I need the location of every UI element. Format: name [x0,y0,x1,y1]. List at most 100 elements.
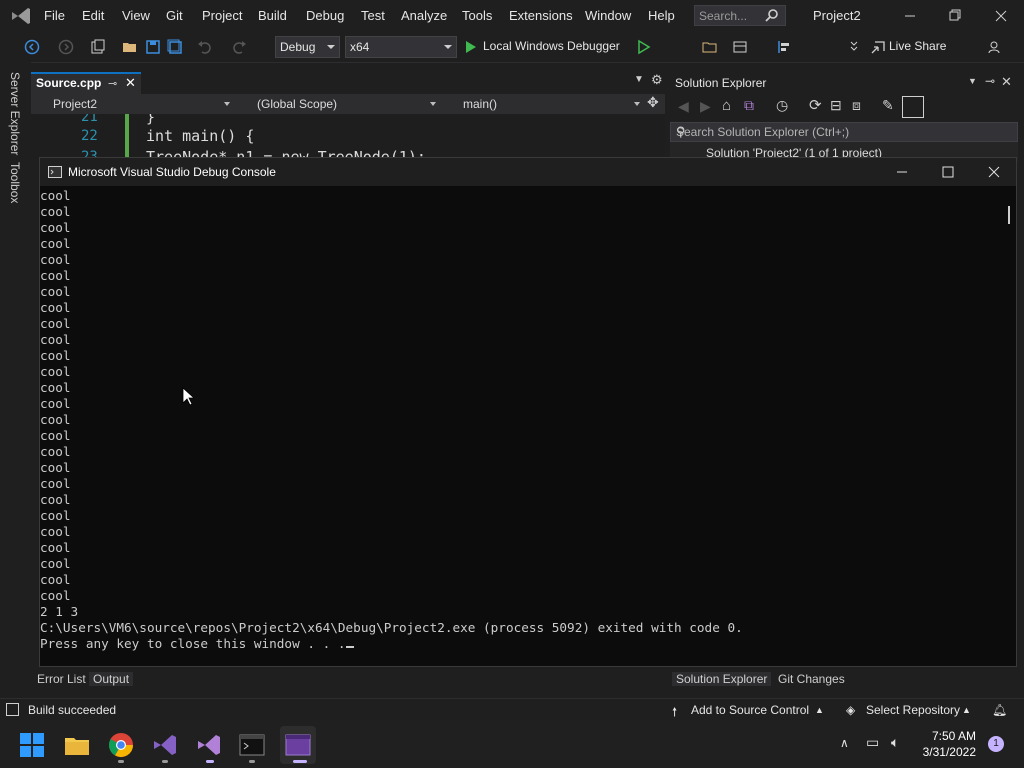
file-explorer-icon[interactable] [64,732,90,758]
tab-output[interactable]: Output [89,672,134,686]
network-icon[interactable]: ▭ [866,734,879,751]
gear-icon[interactable]: ⚙ [651,72,663,88]
menu-item-git[interactable]: Git [166,8,183,23]
toolbox-tab[interactable]: Toolbox [8,162,22,203]
refresh-icon[interactable]: ⟳ [809,96,822,114]
tab-git-changes[interactable]: Git Changes [774,672,849,686]
redo-icon[interactable] [231,39,247,55]
menu-item-window[interactable]: Window [585,8,631,23]
open-folder-icon[interactable] [122,39,138,55]
menu-item-tools[interactable]: Tools [462,8,492,23]
member-dropdown[interactable]: main() [443,96,643,112]
chevron-down-icon[interactable]: ▼ [968,76,977,86]
undo-icon[interactable] [197,39,213,55]
console-line: cool [40,300,71,315]
history-icon[interactable]: ◷ [776,97,788,114]
platform-value: x64 [350,40,370,54]
close-icon[interactable] [986,6,1016,26]
solution-explorer-search-input[interactable]: Search Solution Explorer (Ctrl+;) ⚲ [670,122,1018,142]
notification-badge[interactable]: 1 [988,736,1004,752]
minimize-icon[interactable] [890,162,914,182]
debug-console-window[interactable]: Microsoft Visual Studio Debug Console co… [39,157,1017,667]
tab-solution-explorer[interactable]: Solution Explorer [672,672,772,686]
code-editor[interactable]: 21} 22 int main() {23 TreeNode* n1 = new T… [31,114,665,159]
layout-icon[interactable] [732,39,748,55]
split-icon[interactable]: ✥ [647,94,659,111]
visual-studio-code-icon[interactable] [152,732,178,758]
save-all-icon[interactable] [167,39,183,55]
console-line: 2 1 3 [40,604,79,619]
chrome-icon[interactable] [108,732,134,758]
close-tab-icon[interactable]: ✕ [125,75,136,91]
search-input[interactable]: Search... [694,5,786,26]
windows-start-icon[interactable] [19,732,45,758]
start-without-debugging-icon[interactable] [636,39,652,55]
menu-item-project[interactable]: Project [202,8,242,23]
forward-icon[interactable] [58,39,74,55]
new-project-icon[interactable] [90,39,106,55]
project-dropdown[interactable]: Project2 [35,96,233,112]
menu-item-edit[interactable]: Edit [82,8,104,23]
chevron-up-icon: ▲ [962,705,971,715]
collapse-all-icon[interactable]: ⊟ [830,97,842,114]
line-number: 22 [81,128,98,144]
console-scrollbar[interactable] [1008,206,1010,224]
align-icon[interactable] [776,39,792,55]
menu-item-file[interactable]: File [44,8,65,23]
properties-wrench-icon[interactable]: ✎ [882,97,894,114]
close-panel-icon[interactable]: ✕ [1001,74,1012,90]
forward-icon[interactable]: ▶ [700,98,711,115]
switch-views-icon[interactable]: ⧉ [744,97,754,114]
menu-item-debug[interactable]: Debug [306,8,344,23]
toolbar-overflow-icon[interactable] [846,39,862,55]
select-repository-button[interactable]: Select Repository [866,703,960,717]
configuration-dropdown[interactable]: Debug [275,36,340,58]
tab-source-cpp[interactable]: Source.cpp ⊸ ✕ [31,72,141,94]
add-to-source-control-button[interactable]: Add to Source Control [691,703,809,717]
home-icon[interactable]: ⌂ [722,97,731,114]
code-line[interactable]: int main() { [146,127,254,145]
code-line[interactable]: } [146,114,155,126]
live-share-icon[interactable] [870,39,886,55]
debug-console-title-bar[interactable]: Microsoft Visual Studio Debug Console [40,158,1016,186]
chevron-down-icon[interactable]: ▼ [634,74,644,85]
visual-studio-icon[interactable] [196,732,222,758]
menu-item-view[interactable]: View [122,8,150,23]
local-windows-debugger-button[interactable]: Local Windows Debugger [483,39,620,53]
platform-dropdown[interactable]: x64 [345,36,457,58]
maximize-icon[interactable] [936,162,960,182]
visual-studio-logo-icon[interactable] [10,6,32,26]
server-explorer-tab[interactable]: Server Explorer [8,72,22,155]
tab-error-list[interactable]: Error List [33,672,90,686]
pin-icon[interactable]: ⊸ [108,77,117,90]
start-debugging-icon[interactable] [463,39,479,55]
live-share-button[interactable]: Live Share [889,39,946,53]
pin-icon[interactable]: ⊸ [985,74,995,88]
menu-item-analyze[interactable]: Analyze [401,8,447,23]
restore-icon[interactable] [940,6,970,26]
close-icon[interactable] [982,162,1006,182]
console-output[interactable]: cool cool cool cool cool cool cool cool cool cool… [40,188,1000,666]
back-icon[interactable] [24,39,40,55]
clock-date[interactable]: 3/31/2022 [918,745,976,759]
menu-item-extensions[interactable]: Extensions [509,8,573,23]
terminal-icon[interactable] [239,732,265,758]
volume-icon[interactable]: 🔈︎ [891,734,899,751]
menu-item-test[interactable]: Test [361,8,385,23]
chevron-up-icon[interactable]: ∧ [840,736,849,750]
notifications-bell-icon[interactable]: 🔔︎ [992,703,1007,717]
feedback-icon[interactable] [987,39,1003,55]
clock-time[interactable]: 7:50 AM [930,729,976,743]
preview-selected-icon[interactable] [902,96,924,118]
save-icon[interactable] [145,39,161,55]
debug-console-taskbar-icon[interactable] [285,732,311,758]
line-number: 21 [81,114,98,125]
back-icon[interactable]: ◀ [678,98,689,115]
browse-folder-icon[interactable] [702,39,718,55]
show-all-files-icon[interactable]: ⧈ [852,97,861,114]
menu-item-help[interactable]: Help [648,8,675,23]
menu-item-build[interactable]: Build [258,8,287,23]
solution-explorer-title: Solution Explorer [675,76,767,90]
minimize-icon[interactable] [895,6,925,26]
scope-dropdown[interactable]: (Global Scope) [237,96,439,112]
